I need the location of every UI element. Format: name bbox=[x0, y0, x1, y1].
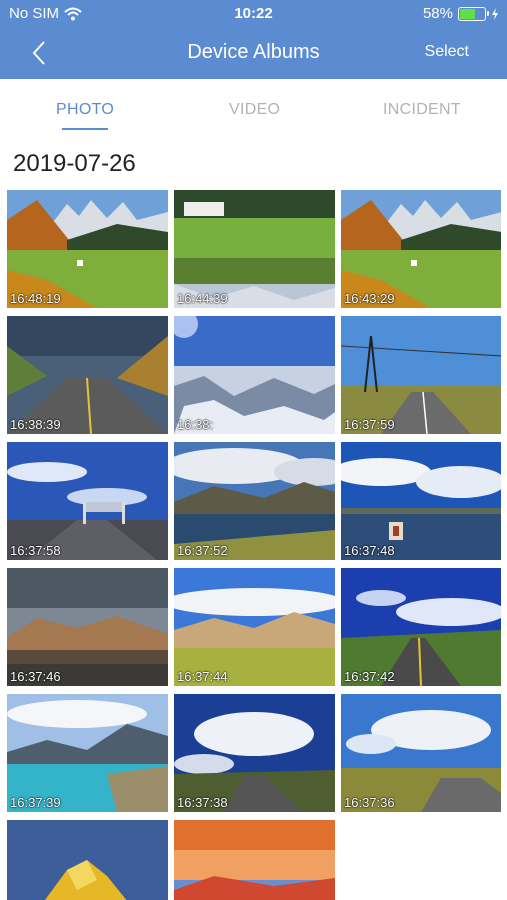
photo-timestamp: 16:37:58 bbox=[10, 543, 61, 558]
battery-percent: 58% bbox=[422, 5, 453, 22]
photo-thumbnail[interactable]: 16:37:46 bbox=[7, 568, 168, 686]
photo-timestamp: 16:38: bbox=[177, 417, 214, 432]
status-bar: No SIM 10:22 58% bbox=[0, 4, 507, 26]
tab-video[interactable]: VIDEO bbox=[229, 101, 280, 119]
photo-timestamp: 16:37:39 bbox=[10, 795, 61, 810]
photo-timestamp: 16:37:38 bbox=[177, 795, 228, 810]
photo-thumbnail[interactable]: 16:37:44 bbox=[174, 568, 335, 686]
photo-thumbnail[interactable]: 16:38: bbox=[174, 316, 335, 434]
photo-timestamp: 16:37:52 bbox=[177, 543, 228, 558]
select-button[interactable]: Select bbox=[425, 43, 469, 61]
photo-thumbnail[interactable]: 16:37:52 bbox=[174, 442, 335, 560]
photo-timestamp: 16:37:48 bbox=[344, 543, 395, 558]
photo-image bbox=[7, 820, 168, 900]
photo-thumbnail[interactable]: 16:37:36 bbox=[341, 694, 501, 812]
battery-icon bbox=[458, 6, 489, 21]
photo-timestamp: 16:37:59 bbox=[344, 417, 395, 432]
photo-timestamp: 16:43:29 bbox=[344, 291, 395, 306]
date-header: 2019-07-26 bbox=[13, 150, 136, 177]
photo-thumbnail[interactable]: 16:44:39 bbox=[174, 190, 335, 308]
tab-incident[interactable]: INCIDENT bbox=[383, 101, 461, 119]
battery-fill bbox=[460, 8, 476, 19]
photo-timestamp: 16:37:46 bbox=[10, 669, 61, 684]
tab-photo[interactable]: PHOTO bbox=[56, 101, 114, 119]
charging-icon bbox=[492, 7, 498, 20]
photo-timestamp: 16:48:19 bbox=[10, 291, 61, 306]
photo-image bbox=[174, 820, 335, 900]
active-tab-indicator bbox=[62, 128, 108, 130]
photo-timestamp: 16:44:39 bbox=[177, 291, 228, 306]
photo-thumbnail[interactable]: 16:43:29 bbox=[341, 190, 501, 308]
photo-thumbnail[interactable]: 16:38:39 bbox=[7, 316, 168, 434]
photo-thumbnail[interactable]: 16:37:38 bbox=[174, 694, 335, 812]
photo-thumbnail[interactable]: 16:37:58 bbox=[7, 442, 168, 560]
photo-thumbnail[interactable]: 16:48:19 bbox=[7, 190, 168, 308]
photo-thumbnail[interactable]: 16:37:39 bbox=[7, 694, 168, 812]
navigation-bar: Device Albums Select bbox=[0, 30, 507, 76]
status-right: 58% bbox=[423, 5, 499, 22]
photo-timestamp: 16:37:36 bbox=[344, 795, 395, 810]
photo-timestamp: 16:37:42 bbox=[344, 669, 395, 684]
photo-thumbnail[interactable] bbox=[7, 820, 168, 900]
photo-thumbnail[interactable]: 16:37:48 bbox=[341, 442, 501, 560]
tab-bar: PHOTO VIDEO INCIDENT bbox=[0, 79, 507, 133]
photo-thumbnail[interactable] bbox=[174, 820, 335, 900]
photo-thumbnail[interactable]: 16:37:59 bbox=[341, 316, 501, 434]
header-bar: No SIM 10:22 58% Device Albums Select bbox=[0, 0, 507, 79]
photo-thumbnail[interactable]: 16:37:42 bbox=[341, 568, 501, 686]
photo-timestamp: 16:37:44 bbox=[177, 669, 228, 684]
photo-grid: 16:48:19 16:44:39 16:43:29 16:38:39 16:38: 16… bbox=[7, 190, 501, 900]
photo-timestamp: 16:38:39 bbox=[10, 417, 61, 432]
